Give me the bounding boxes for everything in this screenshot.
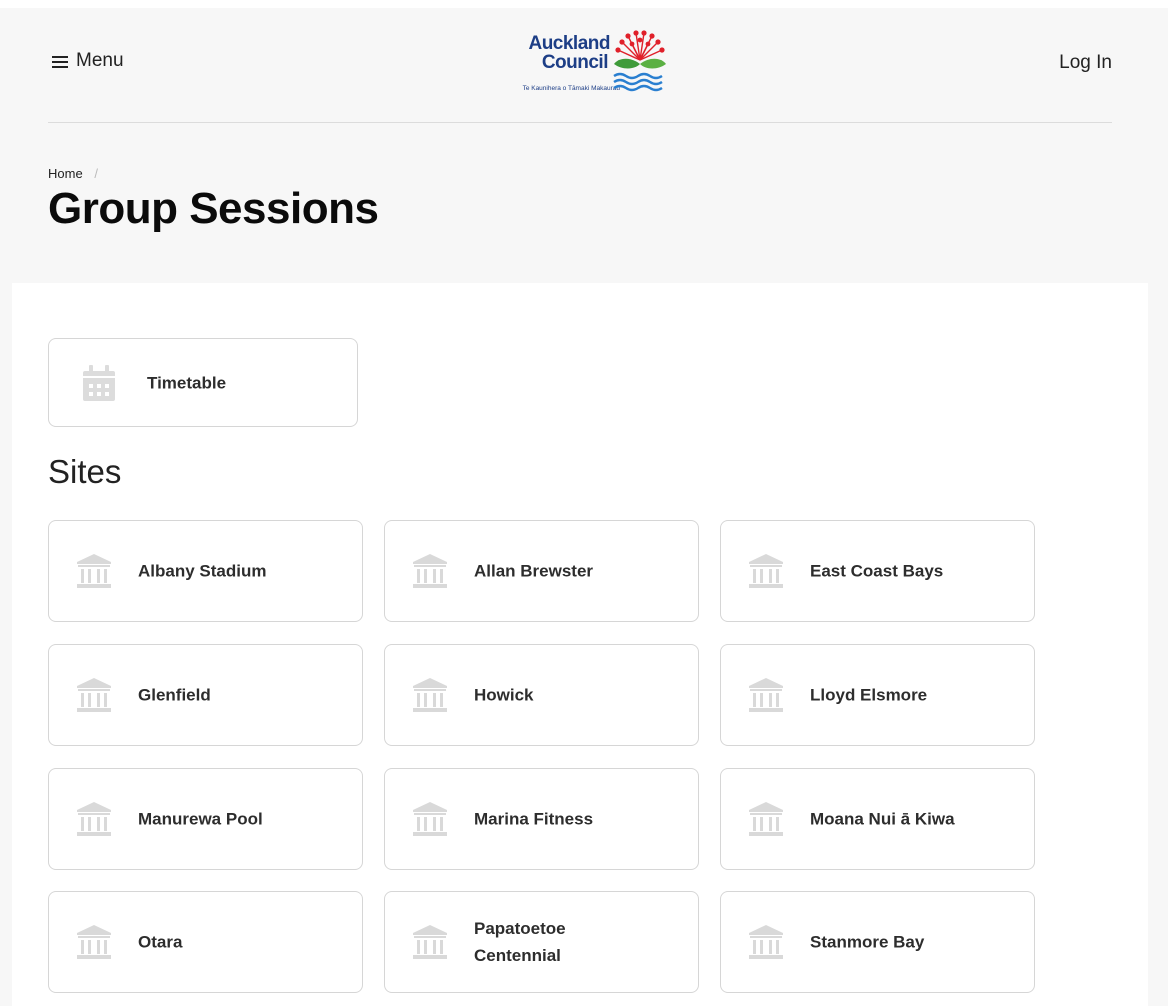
site-card[interactable]: Allan Brewster [384,520,699,622]
breadcrumb: Home / [48,166,98,181]
site-card-label: Allan Brewster [474,561,594,581]
site-card[interactable]: Otara [48,891,363,993]
timetable-card[interactable]: Timetable [48,338,358,427]
main-content: Timetable Sites Albany Stadium Allan Bre… [12,283,1148,1006]
breadcrumb-home-link[interactable]: Home [48,166,83,181]
site-card[interactable]: Marina Fitness [384,768,699,870]
building-icon [413,678,447,712]
site-card-label: Howick [474,685,534,705]
site-card[interactable]: East Coast Bays [720,520,1035,622]
site-card-label: Stanmore Bay [810,932,925,952]
site-card[interactable]: Howick [384,644,699,746]
site-card-label: Papatoetoe Centennial [474,919,566,965]
building-icon [413,925,447,959]
logo-wordmark: Auckland Council [504,34,610,72]
site-card[interactable]: Stanmore Bay [720,891,1035,993]
site-card-label: Lloyd Elsmore [810,685,928,705]
building-icon [749,554,783,588]
site-card-label: Manurewa Pool [138,809,263,829]
building-icon [413,554,447,588]
auckland-council-logo[interactable]: Auckland Council Te Kaunihera o Tāmaki M… [504,30,674,100]
building-icon [77,802,111,836]
logo-tagline: Te Kaunihera o Tāmaki Makaurau [522,85,620,92]
site-card[interactable]: Glenfield [48,644,363,746]
site-card[interactable]: Albany Stadium [48,520,363,622]
login-link[interactable]: Log In [1059,52,1112,74]
site-card[interactable]: Moana Nui ā Kiwa [720,768,1035,870]
breadcrumb-separator: / [94,166,98,181]
sites-heading: Sites [48,453,122,490]
site-card[interactable]: Manurewa Pool [48,768,363,870]
logo-line2: Council [541,52,609,73]
building-icon [77,925,111,959]
logo-line1: Auckland [528,33,610,54]
timetable-label: Timetable [147,373,227,392]
hamburger-icon [52,55,68,68]
building-icon [77,554,111,588]
menu-button[interactable]: Menu [52,50,124,72]
site-header: Menu Auckland Council Te Kaunihera o Tām… [48,8,1112,123]
calendar-icon [83,364,115,401]
building-icon [413,802,447,836]
site-card-label: East Coast Bays [810,561,944,581]
top-strip [0,0,1168,8]
page-title: Group Sessions [48,184,379,233]
building-icon [749,925,783,959]
site-card-label: Moana Nui ā Kiwa [810,809,955,829]
building-icon [77,678,111,712]
building-icon [749,802,783,836]
pohutukawa-logo-icon [613,30,666,92]
building-icon [749,678,783,712]
site-card-label: Otara [138,932,183,952]
site-card[interactable]: Papatoetoe Centennial [384,891,699,993]
menu-label: Menu [76,50,124,71]
site-card[interactable]: Lloyd Elsmore [720,644,1035,746]
site-card-label: Albany Stadium [138,561,267,581]
site-card-label: Glenfield [138,685,211,705]
site-card-label: Marina Fitness [474,809,594,829]
